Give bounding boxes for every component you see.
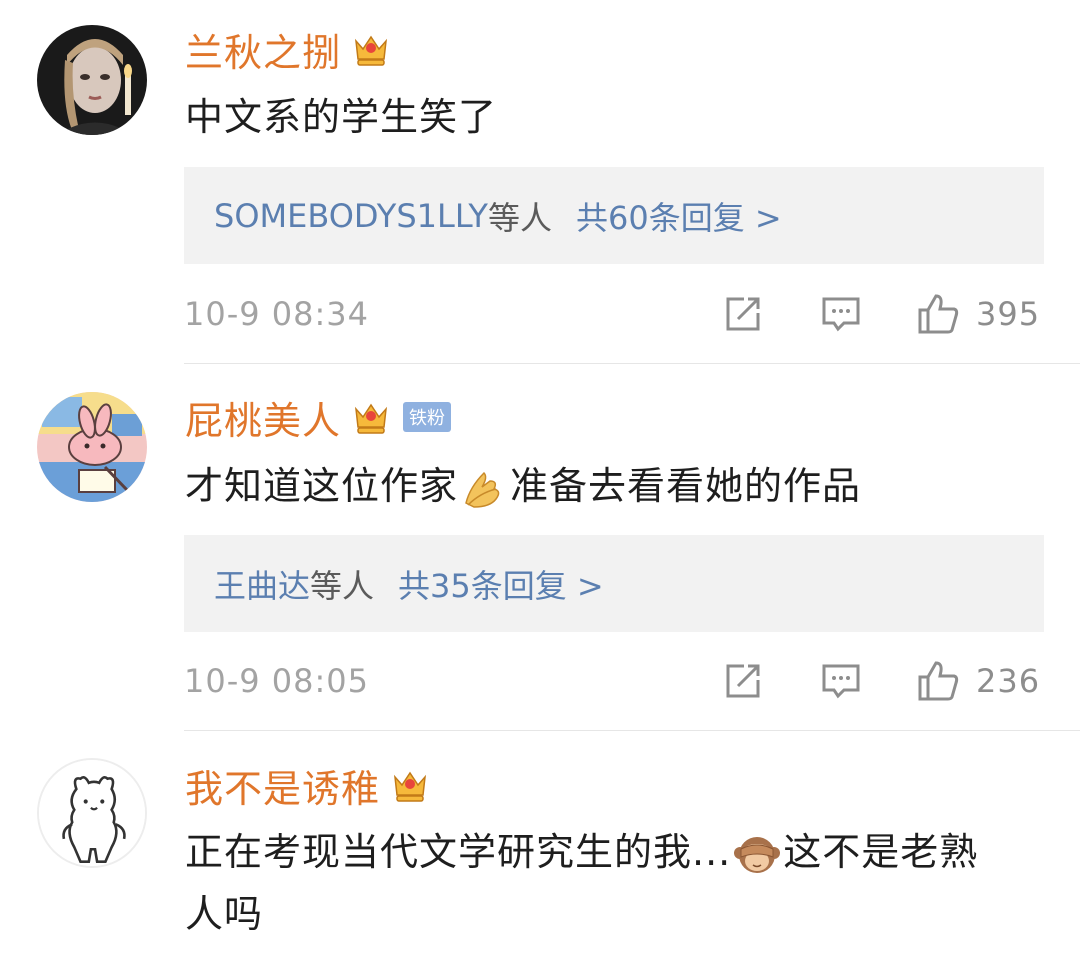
- repost-icon: [726, 664, 760, 698]
- comment-text-part: 准备去看看她的作品: [510, 464, 862, 508]
- crown-icon: [390, 765, 430, 805]
- avatar[interactable]: [37, 758, 147, 868]
- name-row: 屁桃美人 铁粉: [185, 390, 452, 445]
- meta-row: 10-9 08:34 395: [184, 292, 1044, 336]
- crown-icon: [351, 29, 391, 69]
- comment-text: 中文系的学生笑了: [185, 95, 498, 139]
- divider: [184, 730, 1080, 731]
- reply-suffix: 等人: [310, 566, 375, 605]
- reply-count[interactable]: 共60条回复 >: [576, 193, 782, 239]
- see-no-evil-monkey-emoji: [733, 831, 781, 879]
- like-count: 236: [976, 662, 1041, 700]
- reply-count[interactable]: 共35条回复 >: [398, 561, 604, 607]
- replies-link[interactable]: 王曲达 等人 共35条回复 >: [184, 535, 1044, 632]
- username[interactable]: 我不是诱稚: [185, 758, 380, 813]
- name-row: 我不是诱稚: [185, 758, 430, 813]
- like-button[interactable]: 395: [916, 292, 1040, 336]
- comment-text-part: 才知道这位作家: [185, 464, 459, 508]
- username[interactable]: 屁桃美人: [185, 390, 341, 445]
- like-button[interactable]: 236: [916, 659, 1040, 703]
- replies-link[interactable]: SOMEBODYS1LLY 等人 共60条回复 >: [184, 167, 1044, 264]
- username[interactable]: 兰秋之捌: [185, 22, 341, 77]
- thumbs-up-icon: [918, 661, 959, 701]
- comment-button[interactable]: [820, 659, 862, 703]
- folded-hands-emoji: [460, 465, 508, 513]
- comment-text: 才知道这位作家 准备去看看她的作品: [185, 455, 1045, 517]
- timestamp: 10-9 08:05: [184, 662, 370, 700]
- repost-icon: [726, 297, 760, 331]
- comment-button[interactable]: [820, 292, 862, 336]
- comment-icon: [822, 664, 860, 699]
- divider: [184, 363, 1080, 364]
- repost-button[interactable]: [722, 659, 764, 703]
- avatar[interactable]: [37, 25, 147, 135]
- reply-users[interactable]: SOMEBODYS1LLY: [214, 197, 488, 235]
- fan-badge: 铁粉: [403, 402, 452, 432]
- repost-button[interactable]: [722, 292, 764, 336]
- comment-text-part: 正在考现当代文学研究生的我...: [185, 830, 732, 874]
- avatar[interactable]: [37, 392, 147, 502]
- name-row: 兰秋之捌: [185, 22, 391, 77]
- crown-icon: [351, 397, 391, 437]
- reply-users[interactable]: 王曲达: [214, 561, 310, 607]
- timestamp: 10-9 08:34: [184, 295, 370, 333]
- comment-icon: [822, 297, 860, 332]
- reply-suffix: 等人: [487, 198, 552, 237]
- thumbs-up-icon: [918, 294, 959, 334]
- like-count: 395: [976, 295, 1041, 333]
- comment-text: 正在考现当代文学研究生的我... 这不是老熟人吗: [185, 821, 1015, 945]
- meta-row: 10-9 08:05 236: [184, 659, 1044, 703]
